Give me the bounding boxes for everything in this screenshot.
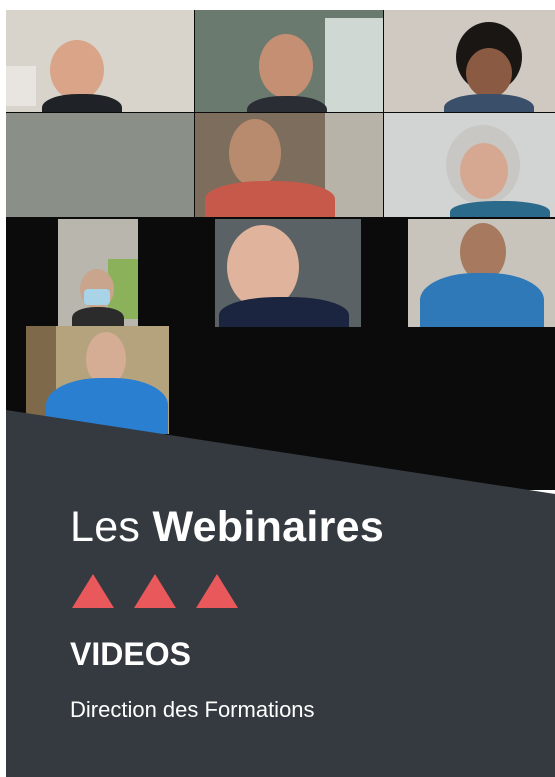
triangle-icon (72, 574, 114, 608)
participant-tile (384, 113, 555, 217)
participant-tile (58, 219, 138, 327)
title-prefix: Les (70, 503, 141, 551)
triangle-icon (196, 574, 238, 608)
triangle-decoration (72, 574, 238, 608)
participant-tile (26, 326, 169, 434)
participant-tile (6, 10, 194, 112)
participant-tile (408, 219, 555, 327)
participant-tile (215, 219, 361, 327)
participant-tile (195, 113, 383, 217)
participant-tile (195, 10, 383, 112)
page-title: Les Webinaires (70, 503, 384, 552)
organization-name: Direction des Formations (70, 697, 315, 722)
participant-tile (384, 10, 555, 112)
participant-tile (6, 113, 194, 217)
title-strong: Webinaires (152, 503, 385, 551)
video-call-grid (6, 10, 555, 490)
triangle-icon (134, 574, 176, 608)
section-label: VIDEOS (70, 636, 191, 672)
